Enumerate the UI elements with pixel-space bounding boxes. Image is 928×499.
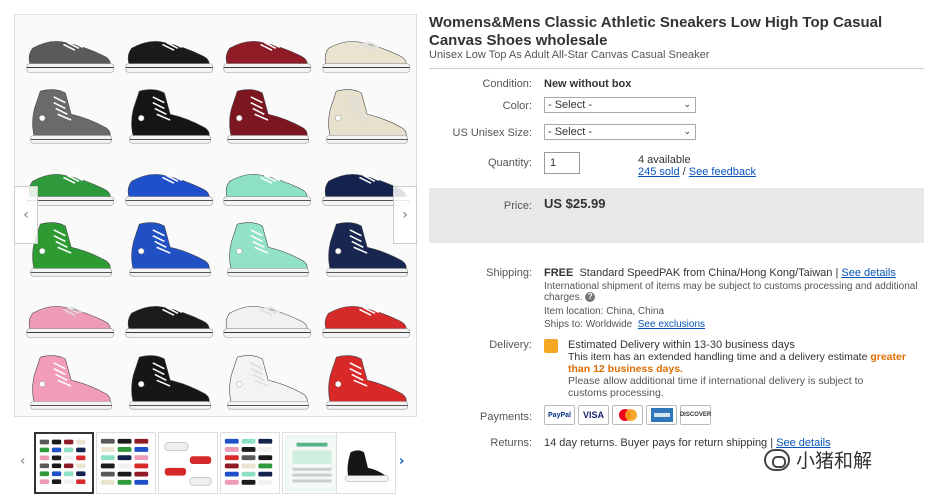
shoe-image <box>21 284 118 348</box>
thumb-black-high[interactable] <box>336 432 396 494</box>
ships-to: Ships to: Worldwide See exclusions <box>544 319 705 330</box>
discover-icon: DISCOVER <box>680 405 711 425</box>
paypal-icon: PayPal <box>544 405 575 425</box>
delivery-line1: This item has an extended handling time … <box>568 351 906 363</box>
mastercard-icon <box>612 405 643 425</box>
shoe-image <box>317 351 414 415</box>
shoe-image <box>317 19 414 83</box>
delivery-greater: greater <box>870 351 906 363</box>
wechat-logo-icon <box>764 448 790 471</box>
color-select[interactable]: - Select - ⌄ <box>544 97 696 113</box>
shipping-method: Standard SpeedPAK from China/Hong Kong/T… <box>579 267 833 279</box>
shoe-image <box>218 284 315 348</box>
shoe-image <box>21 351 118 415</box>
shoe-image <box>120 152 217 216</box>
price-panel <box>429 188 924 243</box>
image-prev-button[interactable]: ‹ <box>14 186 38 244</box>
shipping-note: International shipment of items may be s… <box>544 281 918 292</box>
delivery-than: than 12 business days. <box>568 363 683 375</box>
shoe-image <box>218 85 315 149</box>
shoe-image <box>120 351 217 415</box>
delivery-label: Delivery: <box>489 339 532 351</box>
size-label: US Unisex Size: <box>452 127 532 139</box>
see-feedback-link[interactable]: See feedback <box>689 166 756 178</box>
shoe-image <box>317 284 414 348</box>
thumb-grid-dark[interactable] <box>220 432 280 494</box>
watermark-text: 小猪和解 <box>796 450 873 472</box>
quantity-label: Quantity: <box>487 157 532 169</box>
visa-icon: VISA <box>578 405 609 425</box>
color-select-value: - Select - <box>548 99 593 111</box>
shoe-image <box>317 85 414 149</box>
condition-label: Condition: <box>482 78 532 90</box>
available-count: 4 available <box>638 154 691 166</box>
delivery-note-1: Please allow additional time if internat… <box>568 375 864 387</box>
color-label: Color: <box>502 100 532 112</box>
delivery-handling: This item has an extended handling time … <box>568 351 871 363</box>
thumb-prev-icon[interactable]: ‹ <box>20 454 25 469</box>
shipping-note-2: charges. ? <box>544 292 596 303</box>
quantity-input[interactable]: 1 <box>544 152 580 174</box>
shipping-see-details-link[interactable]: See details <box>841 267 895 279</box>
shipping-label: Shipping: <box>486 267 532 279</box>
price-value: US $25.99 <box>544 196 606 211</box>
shipping-free: FREE <box>544 267 574 279</box>
shoe-image <box>218 19 315 83</box>
thumb-grid-all[interactable] <box>34 432 94 494</box>
price-label: Price: <box>503 200 532 212</box>
size-select[interactable]: - Select - ⌄ <box>544 124 696 140</box>
thumb-grid-colors[interactable] <box>96 432 156 494</box>
main-product-image[interactable] <box>14 14 417 417</box>
returns-label: Returns: <box>490 437 532 449</box>
delivery-note-2: customs processing. <box>568 387 664 399</box>
watermark: 小猪和解 <box>764 446 872 473</box>
returns-value: 14 day returns. Buyer pays for return sh… <box>544 437 768 449</box>
size-select-value: - Select - <box>548 126 593 138</box>
shoe-image <box>120 19 217 83</box>
shoe-image <box>218 218 315 282</box>
info-icon[interactable]: ? <box>585 292 596 303</box>
shoe-image <box>120 218 217 282</box>
thumb-next-icon[interactable]: › <box>399 454 404 469</box>
image-next-button[interactable]: › <box>393 186 417 244</box>
shoe-image <box>218 152 315 216</box>
sold-feedback: 245 sold / See feedback <box>638 166 756 178</box>
shoe-grid <box>21 19 413 415</box>
shoe-image <box>21 85 118 149</box>
sold-separator: / <box>679 166 689 178</box>
see-exclusions-link[interactable]: See exclusions <box>638 319 705 330</box>
chevron-down-icon: ⌄ <box>683 127 691 137</box>
payment-methods: PayPal VISA DISCOVER <box>544 405 711 425</box>
shoe-image <box>21 19 118 83</box>
listing-subtitle: Unisex Low Top As Adult All-Star Canvas … <box>429 49 710 61</box>
thumb-white-red[interactable] <box>158 432 218 494</box>
thumb-size-chart[interactable] <box>282 432 342 494</box>
shipping-line: FREE Standard SpeedPAK from China/Hong K… <box>544 267 896 279</box>
chevron-down-icon: ⌄ <box>683 100 691 110</box>
shoe-image <box>218 351 315 415</box>
shipping-note-charges: charges. <box>544 292 583 303</box>
thumbnail-strip: ‹ › <box>14 432 418 494</box>
delivery-estimate: Estimated Delivery within 13-30 business… <box>568 339 795 351</box>
listing-title: Womens&Mens Classic Athletic Sneakers Lo… <box>429 14 883 49</box>
sold-link[interactable]: 245 sold <box>638 166 680 178</box>
divider <box>429 68 924 69</box>
item-location: Item location: China, China <box>544 306 665 317</box>
ships-to-value: Ships to: Worldwide <box>544 319 633 330</box>
shoe-image <box>120 85 217 149</box>
shoe-image <box>120 284 217 348</box>
delivery-flag-icon <box>544 339 558 353</box>
condition-value: New without box <box>544 78 632 90</box>
amex-icon <box>646 405 677 425</box>
payments-label: Payments: <box>480 411 532 423</box>
